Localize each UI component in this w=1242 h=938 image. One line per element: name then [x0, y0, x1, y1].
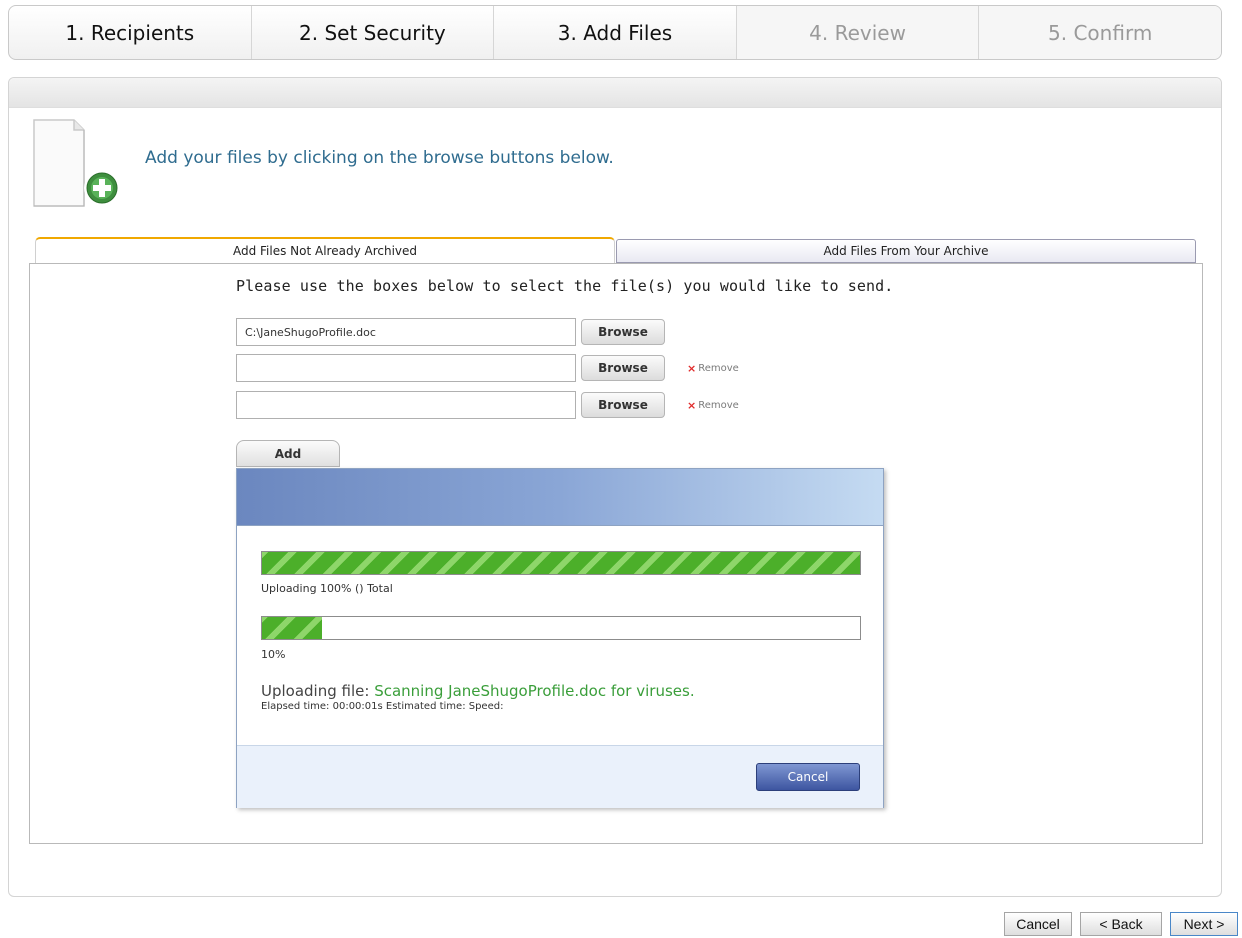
remove-link-3[interactable]: × Remove: [687, 399, 739, 412]
file-progress-fill: [262, 617, 322, 639]
upload-dialog: Uploading 100% () Total 10% Uploading fi…: [236, 468, 884, 808]
total-progress-fill: [262, 552, 860, 574]
document-add-icon: [33, 119, 120, 207]
cancel-button[interactable]: Cancel: [1004, 912, 1072, 936]
browse-button-3[interactable]: Browse: [581, 392, 665, 418]
cancel-upload-button[interactable]: Cancel: [756, 763, 860, 791]
back-button[interactable]: < Back: [1080, 912, 1162, 936]
remove-label: Remove: [698, 400, 739, 411]
next-button[interactable]: Next >: [1170, 912, 1238, 936]
file-path-input-2[interactable]: [236, 354, 576, 382]
total-progress-bar: [261, 551, 861, 575]
tab-add-files-not-archived[interactable]: Add Files Not Already Archived: [35, 237, 615, 263]
intro-heading: Add your files by clicking on the browse…: [145, 148, 614, 168]
browse-button-2[interactable]: Browse: [581, 355, 665, 381]
upload-status-prefix: Uploading file:: [261, 682, 375, 700]
step-set-security[interactable]: 2. Set Security: [252, 6, 495, 59]
step-confirm: 5. Confirm: [979, 6, 1221, 59]
browse-button-1[interactable]: Browse: [581, 319, 665, 345]
file-path-input-1[interactable]: C:\JaneShugoProfile.doc: [236, 318, 576, 346]
file-path-input-3[interactable]: [236, 391, 576, 419]
step-review: 4. Review: [736, 6, 980, 59]
file-progress-bar: [261, 616, 861, 640]
remove-x-icon: ×: [687, 399, 697, 412]
remove-link-2[interactable]: × Remove: [687, 362, 739, 375]
add-button[interactable]: Add: [236, 440, 340, 467]
main-panel: Add your files by clicking on the browse…: [8, 77, 1222, 897]
instructions-text: Please use the boxes below to select the…: [236, 277, 894, 295]
panel-header-bar: [9, 78, 1221, 108]
step-add-files[interactable]: 3. Add Files: [494, 6, 737, 59]
wizard-steps: 1. Recipients 2. Set Security 3. Add Fil…: [8, 5, 1222, 60]
step-recipients[interactable]: 1. Recipients: [9, 6, 252, 59]
remove-x-icon: ×: [687, 362, 697, 375]
file-progress-label: 10%: [261, 648, 286, 661]
elapsed-time-text: Elapsed time: 00:00:01s Estimated time: …: [261, 701, 504, 712]
tab-add-files-from-archive[interactable]: Add Files From Your Archive: [616, 239, 1196, 263]
dialog-footer: Cancel: [237, 745, 883, 808]
dialog-title-bar[interactable]: [237, 469, 883, 526]
upload-status-text: Scanning JaneShugoProfile.doc for viruse…: [374, 682, 695, 700]
total-progress-label: Uploading 100% () Total: [261, 582, 393, 595]
remove-label: Remove: [698, 363, 739, 374]
upload-status-line: Uploading file: Scanning JaneShugoProfil…: [261, 682, 695, 700]
